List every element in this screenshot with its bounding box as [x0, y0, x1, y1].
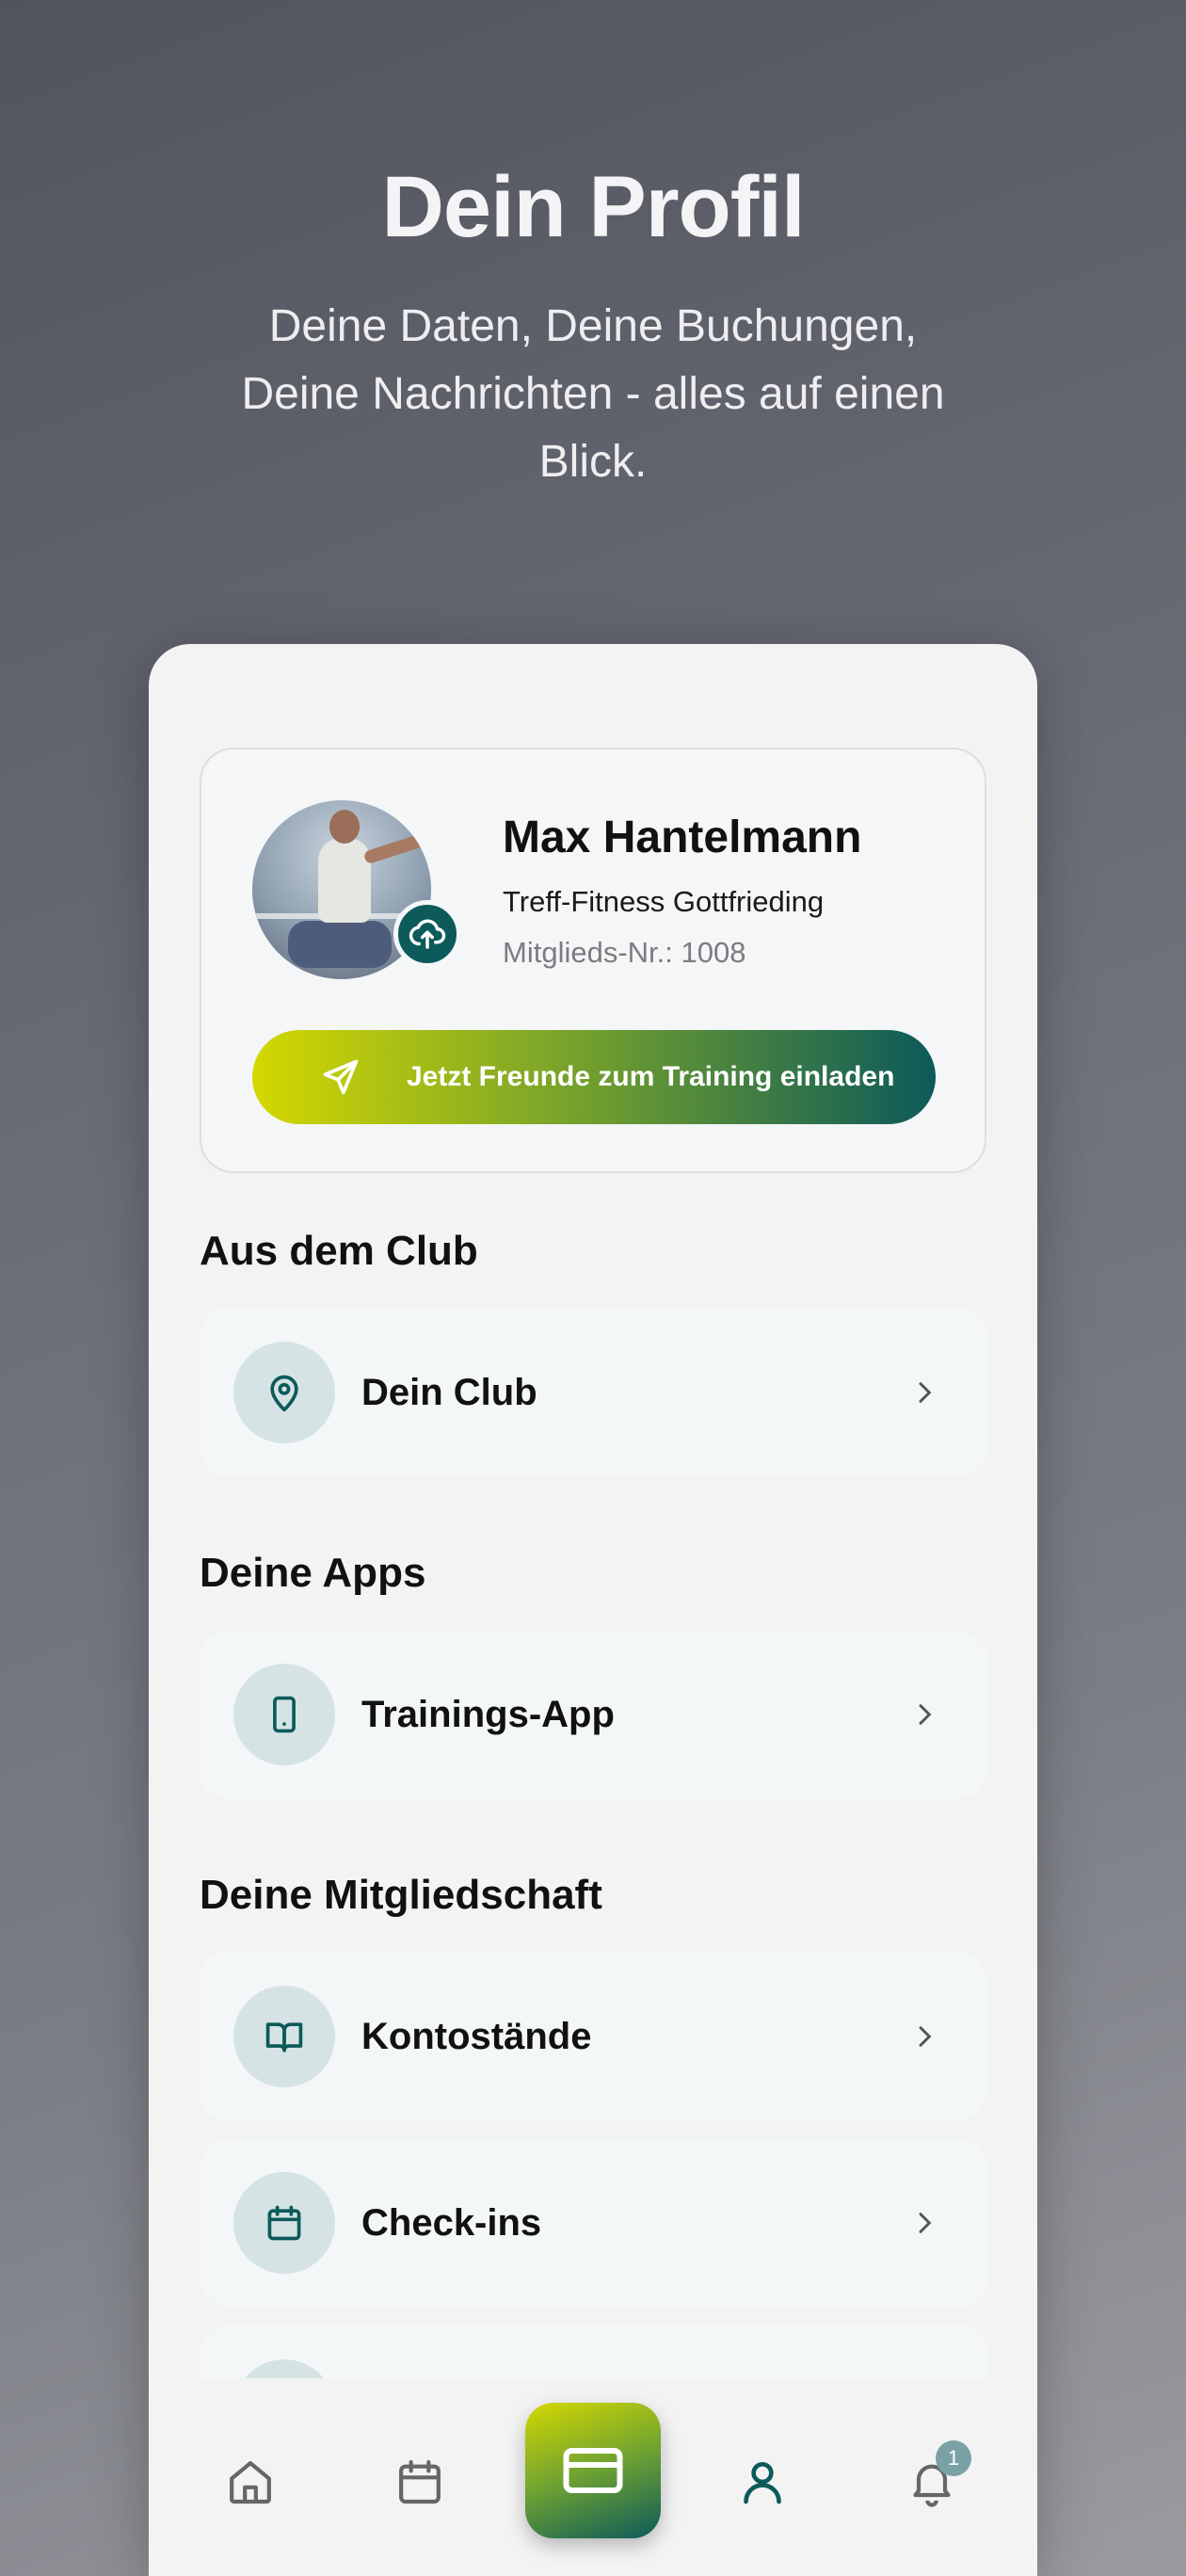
section-title-membership: Deine Mitgliedschaft — [200, 1872, 602, 1918]
member-number: Mitglieds-Nr.: 1008 — [503, 936, 746, 969]
list-item-label: Check-ins — [361, 2201, 542, 2244]
calendar-icon — [399, 2459, 441, 2504]
profile-club: Treff-Fitness Gottfrieding — [503, 885, 825, 918]
bottom-navigation: 1 — [149, 2378, 1037, 2576]
card-icon — [563, 2448, 623, 2493]
notification-badge: 1 — [936, 2440, 971, 2476]
calendar-icon — [233, 2172, 335, 2274]
nav-calendar[interactable] — [390, 2452, 450, 2512]
hero-subtitle: Deine Daten, Deine Buchungen, Deine Nach… — [241, 301, 945, 488]
nav-home[interactable] — [220, 2452, 280, 2512]
nav-notifications[interactable]: 1 — [902, 2440, 971, 2512]
nav-profile[interactable] — [732, 2452, 793, 2512]
chevron-right-icon — [909, 1377, 939, 1408]
chevron-right-icon — [909, 2208, 939, 2238]
invite-label: Jetzt Freunde zum Training einladen — [407, 1061, 895, 1092]
book-icon — [233, 1986, 335, 2087]
home-icon — [230, 2461, 271, 2504]
send-icon — [320, 1056, 361, 1098]
phone-icon — [233, 1664, 335, 1765]
chevron-right-icon — [909, 2021, 939, 2052]
section-title-club: Aus dem Club — [200, 1228, 478, 1274]
nav-card-button[interactable] — [525, 2403, 661, 2538]
section-title-apps: Deine Apps — [200, 1550, 426, 1596]
chevron-right-icon — [909, 1699, 939, 1730]
list-item-label: Kontostände — [361, 2015, 592, 2057]
list-item-check-ins[interactable]: Check-ins — [200, 2139, 986, 2307]
profile-card: Max Hantelmann Treff-Fitness Gottfriedin… — [200, 748, 986, 1173]
upload-photo-button[interactable] — [393, 900, 461, 968]
invite-friends-button[interactable]: Jetzt Freunde zum Training einladen — [252, 1030, 936, 1124]
list-item-trainings-app[interactable]: Trainings-App — [200, 1631, 986, 1798]
list-item-label: Dein Club — [361, 1371, 537, 1413]
profile-name: Max Hantelmann — [503, 813, 862, 862]
hero: Dein Profil Deine Daten, Deine Buchungen… — [0, 159, 1186, 496]
list-item-label: Trainings-App — [361, 1693, 615, 1735]
list-item-dein-club[interactable]: Dein Club — [200, 1309, 986, 1476]
phone-screen: Max Hantelmann Treff-Fitness Gottfriedin… — [149, 644, 1037, 2576]
hero-title: Dein Profil — [381, 159, 805, 255]
profile-icon — [744, 2462, 781, 2504]
cloud-upload-icon — [409, 919, 446, 949]
list-item-kontostaende[interactable]: Kontostände — [200, 1953, 986, 2120]
location-pin-icon — [233, 1342, 335, 1443]
